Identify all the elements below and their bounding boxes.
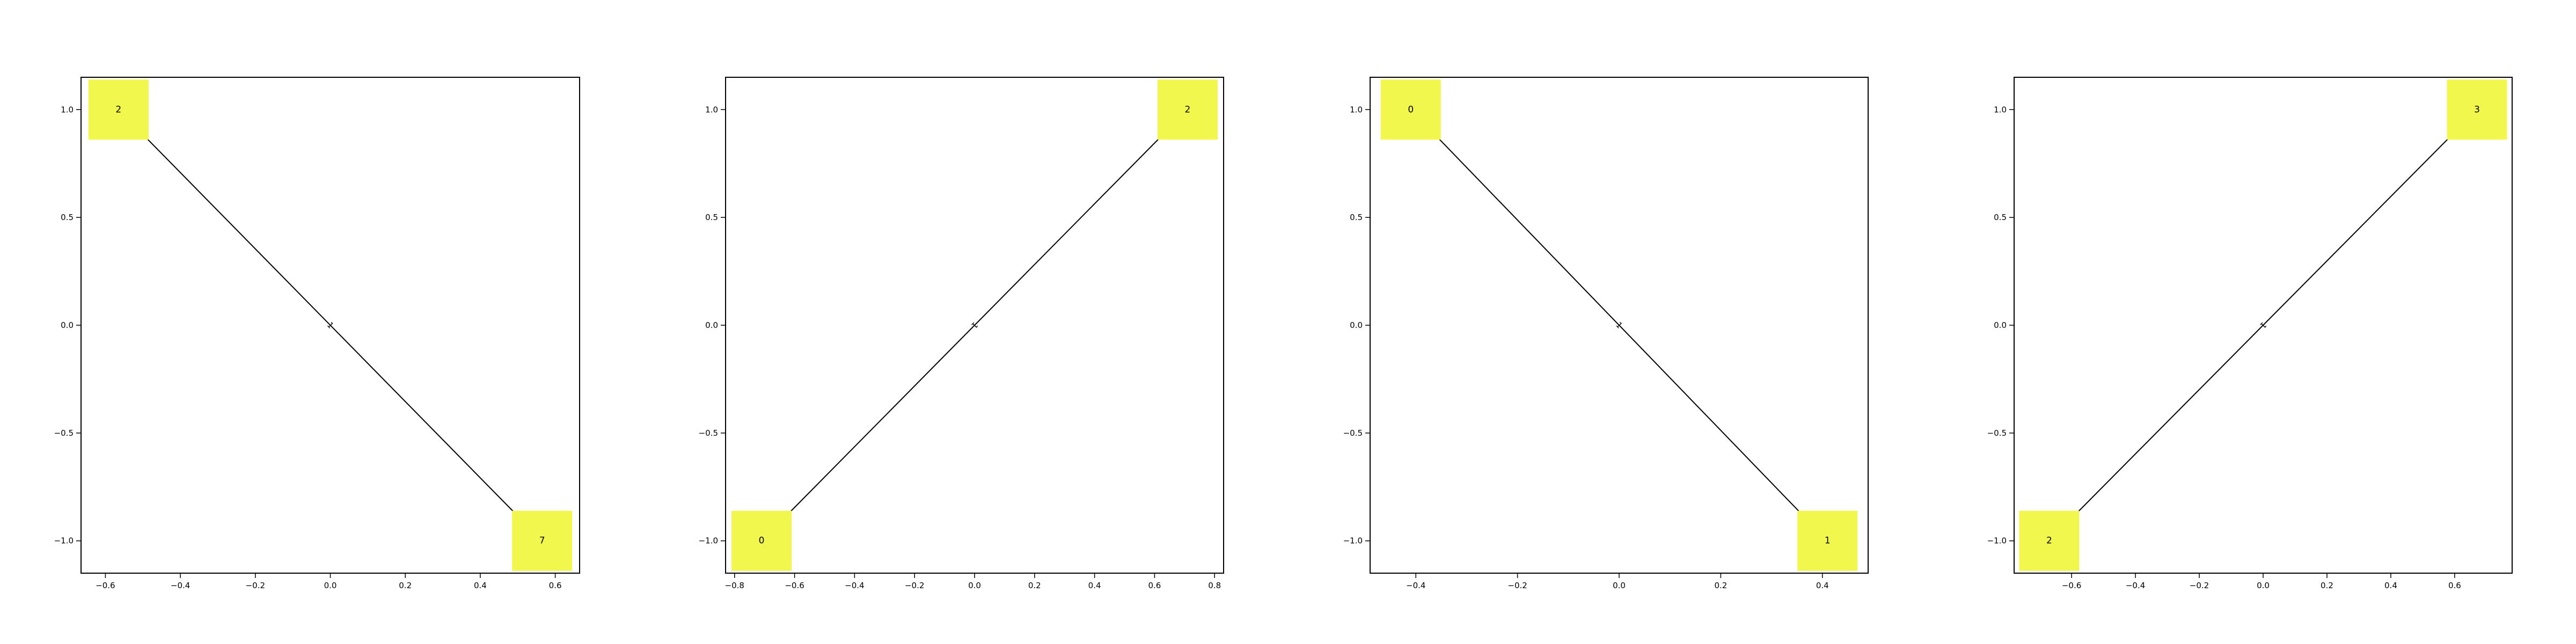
graph-panel-4: 132−0.6 −0.4 −0.2 0.0 0.2 0.4 0.61.00.50.0−0.5… [1987,77,2513,590]
y-tick-label: −1.0 [1343,536,1363,546]
x-tick-label: 0.0 [2257,581,2270,590]
x-tick-label: 0.4 [1816,581,1829,590]
x-tick-label: −0.2 [246,581,265,590]
x-tick-label: −0.8 [725,581,744,590]
graph-panel-1: 127−0.6 −0.4 −0.2 0.0 0.2 0.4 0.61.00.50.0−0.5… [54,77,580,590]
y-tick-label: 0.0 [1994,320,2007,330]
y-tick-label: −0.5 [1987,428,2007,438]
x-tick-label: −0.2 [905,581,924,590]
graph-panel-2: 120−0.8 −0.6 −0.4 −0.2 0.0 0.2 0.4 0.6 0.81.00.5… [699,77,1224,590]
y-tick-label: −0.5 [699,428,718,438]
y-tick-label: 0.0 [705,320,718,330]
x-tick-label: 0.4 [1088,581,1101,590]
y-tick-label: 0.5 [705,213,718,222]
x-tick-label: 0.0 [968,581,981,590]
y-tick-label: 0.0 [1350,320,1363,330]
graph-panel-3: 101−0.4 −0.2 0.0 0.2 0.41.00.50.0−0.5−1.0 [1343,77,1869,590]
x-tick-label: −0.4 [171,581,190,590]
y-tick-label: 1.0 [705,105,718,114]
x-tick-label: −0.2 [2190,581,2209,590]
node-label: 7 [539,536,545,546]
x-tick-label: −0.4 [2126,581,2145,590]
node-label: 1 [1825,536,1831,546]
x-tick-label: 0.0 [1613,581,1626,590]
y-tick-label: −0.5 [1343,428,1363,438]
y-tick-label: −1.0 [1987,536,2007,546]
y-tick-label: −1.0 [54,536,74,546]
graph-figure: 1 2 7 −0.6 −0.4 −0.2 0.0 0.2 0.4 0.6 1.0 0.5 0.0 −0.5… [54,77,2513,590]
y-tick-label: 0.5 [61,213,74,222]
x-tick-label: 0.2 [1028,581,1041,590]
x-tick-label: 0.8 [1208,581,1221,590]
node-label: 3 [2474,104,2480,115]
x-tick-label: 0.6 [1148,581,1161,590]
x-tick-label: 0.0 [324,581,337,590]
node-label: 2 [2046,536,2052,546]
node-label: 2 [115,104,121,115]
x-tick-label: 0.2 [399,581,412,590]
y-tick-label: 0.5 [1350,213,1363,222]
node-label: 2 [1185,104,1191,115]
x-tick-label: −0.4 [1406,581,1425,590]
y-tick-label: 1.0 [61,105,74,114]
x-tick-label: −0.6 [785,581,804,590]
node-label: 0 [1408,104,1414,115]
node-label: 0 [759,536,765,546]
y-tick-label: −1.0 [699,536,718,546]
y-tick-label: 0.5 [1994,213,2007,222]
x-tick-label: 0.2 [2321,581,2333,590]
x-tick-label: 0.2 [1714,581,1727,590]
y-tick-label: 0.0 [61,320,74,330]
x-tick-label: 0.6 [2448,581,2461,590]
y-tick-label: 1.0 [1994,105,2007,114]
x-tick-label: −0.4 [845,581,864,590]
x-tick-label: −0.6 [96,581,115,590]
x-tick-label: 0.4 [2384,581,2397,590]
x-tick-label: −0.6 [2062,581,2081,590]
x-tick-label: 0.6 [549,581,562,590]
y-tick-label: 1.0 [1350,105,1363,114]
y-tick-label: −0.5 [54,428,74,438]
x-tick-label: 0.4 [474,581,487,590]
x-tick-label: −0.2 [1507,581,1527,590]
